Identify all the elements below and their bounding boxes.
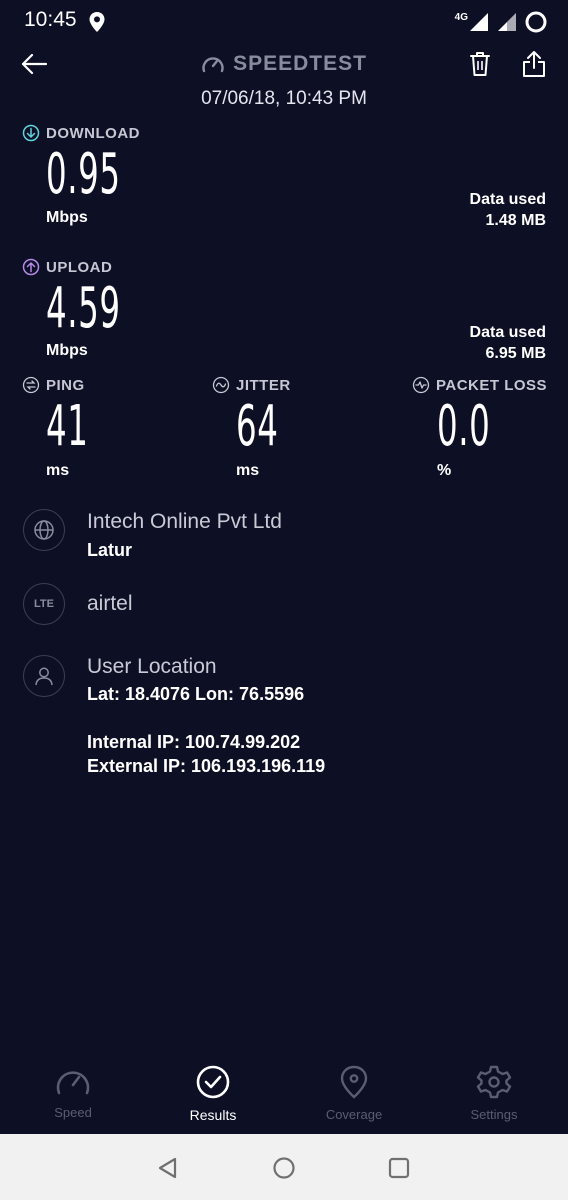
packet-loss-label: PACKET LOSS — [412, 376, 547, 394]
app-title-text: SPEEDTEST — [233, 52, 367, 75]
nav-coverage-label: Coverage — [325, 1107, 383, 1122]
user-location-title: User Location — [87, 655, 217, 678]
globe-icon — [34, 520, 54, 540]
bottom-nav: Speed Results Coverage Settings — [0, 1055, 568, 1135]
packet-loss-label-text: PACKET LOSS — [436, 376, 548, 394]
download-label: DOWNLOAD — [22, 124, 140, 142]
signal-icon — [470, 13, 488, 31]
coverage-pin-icon — [340, 1065, 368, 1099]
nav-speed-label: Speed — [54, 1105, 92, 1120]
packet-loss-icon — [412, 376, 430, 394]
square-recents-icon — [388, 1157, 410, 1179]
location-pin-icon — [89, 12, 105, 32]
download-data-used-value: 1.48 MB — [485, 212, 546, 229]
trash-icon — [470, 52, 490, 76]
lte-icon: LTE — [34, 598, 54, 610]
settings-gear-icon — [476, 1065, 512, 1099]
provider-city: Latur — [87, 540, 132, 560]
delete-button[interactable] — [464, 48, 496, 80]
carrier-name: airtel — [87, 592, 133, 615]
nav-settings-label: Settings — [470, 1107, 518, 1122]
provider-globe-badge — [23, 509, 65, 551]
system-nav-bar — [0, 1134, 568, 1200]
circle-home-icon — [273, 1157, 295, 1179]
jitter-unit: ms — [236, 462, 260, 479]
nav-speed[interactable]: Speed — [13, 1065, 133, 1120]
share-button[interactable] — [518, 48, 550, 80]
upload-data-used: Data used 6.95 MB — [470, 322, 546, 364]
upload-data-used-value: 6.95 MB — [485, 345, 546, 362]
status-time: 10:45 — [24, 8, 77, 31]
external-ip: External IP: 106.193.196.119 — [87, 756, 326, 776]
upload-unit: Mbps — [46, 342, 88, 359]
nav-results-label: Results — [189, 1107, 237, 1123]
network-type: 4G — [454, 11, 468, 23]
user-icon — [35, 667, 53, 686]
jitter-label-text: JITTER — [236, 376, 291, 394]
ping-label: PING — [22, 376, 85, 394]
test-date: 07/06/18, 10:43 PM — [201, 88, 367, 109]
provider-name: Intech Online Pvt Ltd — [87, 510, 282, 533]
nav-settings[interactable]: Settings — [434, 1065, 554, 1122]
battery-ring-icon — [525, 11, 547, 33]
download-data-used-label: Data used — [469, 191, 546, 208]
system-home-button[interactable] — [268, 1152, 300, 1184]
packet-loss-unit: % — [437, 462, 452, 479]
internal-ip: Internal IP: 100.74.99.202 — [87, 732, 301, 752]
jitter-label: JITTER — [212, 376, 291, 394]
carrier-lte-badge: LTE — [23, 583, 65, 625]
ping-value: 41 — [46, 394, 89, 459]
upload-label: UPLOAD — [22, 258, 112, 276]
download-unit: Mbps — [46, 209, 88, 226]
upload-label-text: UPLOAD — [46, 258, 113, 276]
nav-results[interactable]: Results — [153, 1065, 273, 1123]
signal-icon-2 — [498, 13, 516, 31]
upload-value: 4.59 — [46, 276, 121, 341]
jitter-icon — [212, 376, 230, 394]
upload-data-used-label: Data used — [469, 324, 546, 341]
download-data-used: Data used 1.48 MB — [470, 189, 546, 231]
status-icons: 4G — [455, 10, 548, 34]
triangle-back-icon — [158, 1157, 177, 1179]
download-label-text: DOWNLOAD — [46, 124, 140, 142]
ping-unit: ms — [46, 462, 70, 479]
nav-coverage[interactable]: Coverage — [294, 1065, 414, 1122]
status-bar: 10:45 4G — [0, 0, 568, 44]
upload-arrow-icon — [22, 258, 40, 276]
download-value: 0.95 — [46, 142, 121, 207]
system-recents-button[interactable] — [383, 1152, 415, 1184]
results-check-icon — [196, 1065, 230, 1099]
speedtest-gauge-icon — [202, 57, 224, 73]
user-location-badge — [23, 655, 65, 697]
download-arrow-icon — [22, 124, 40, 142]
jitter-value: 64 — [236, 394, 279, 459]
speed-gauge-icon — [56, 1071, 90, 1095]
share-icon — [523, 51, 545, 77]
ping-label-text: PING — [46, 376, 85, 394]
system-back-button[interactable] — [152, 1152, 184, 1184]
ping-icon — [22, 376, 40, 394]
user-location-coords: Lat: 18.4076 Lon: 76.5596 — [87, 684, 305, 704]
packet-loss-value: 0.0 — [437, 394, 491, 459]
